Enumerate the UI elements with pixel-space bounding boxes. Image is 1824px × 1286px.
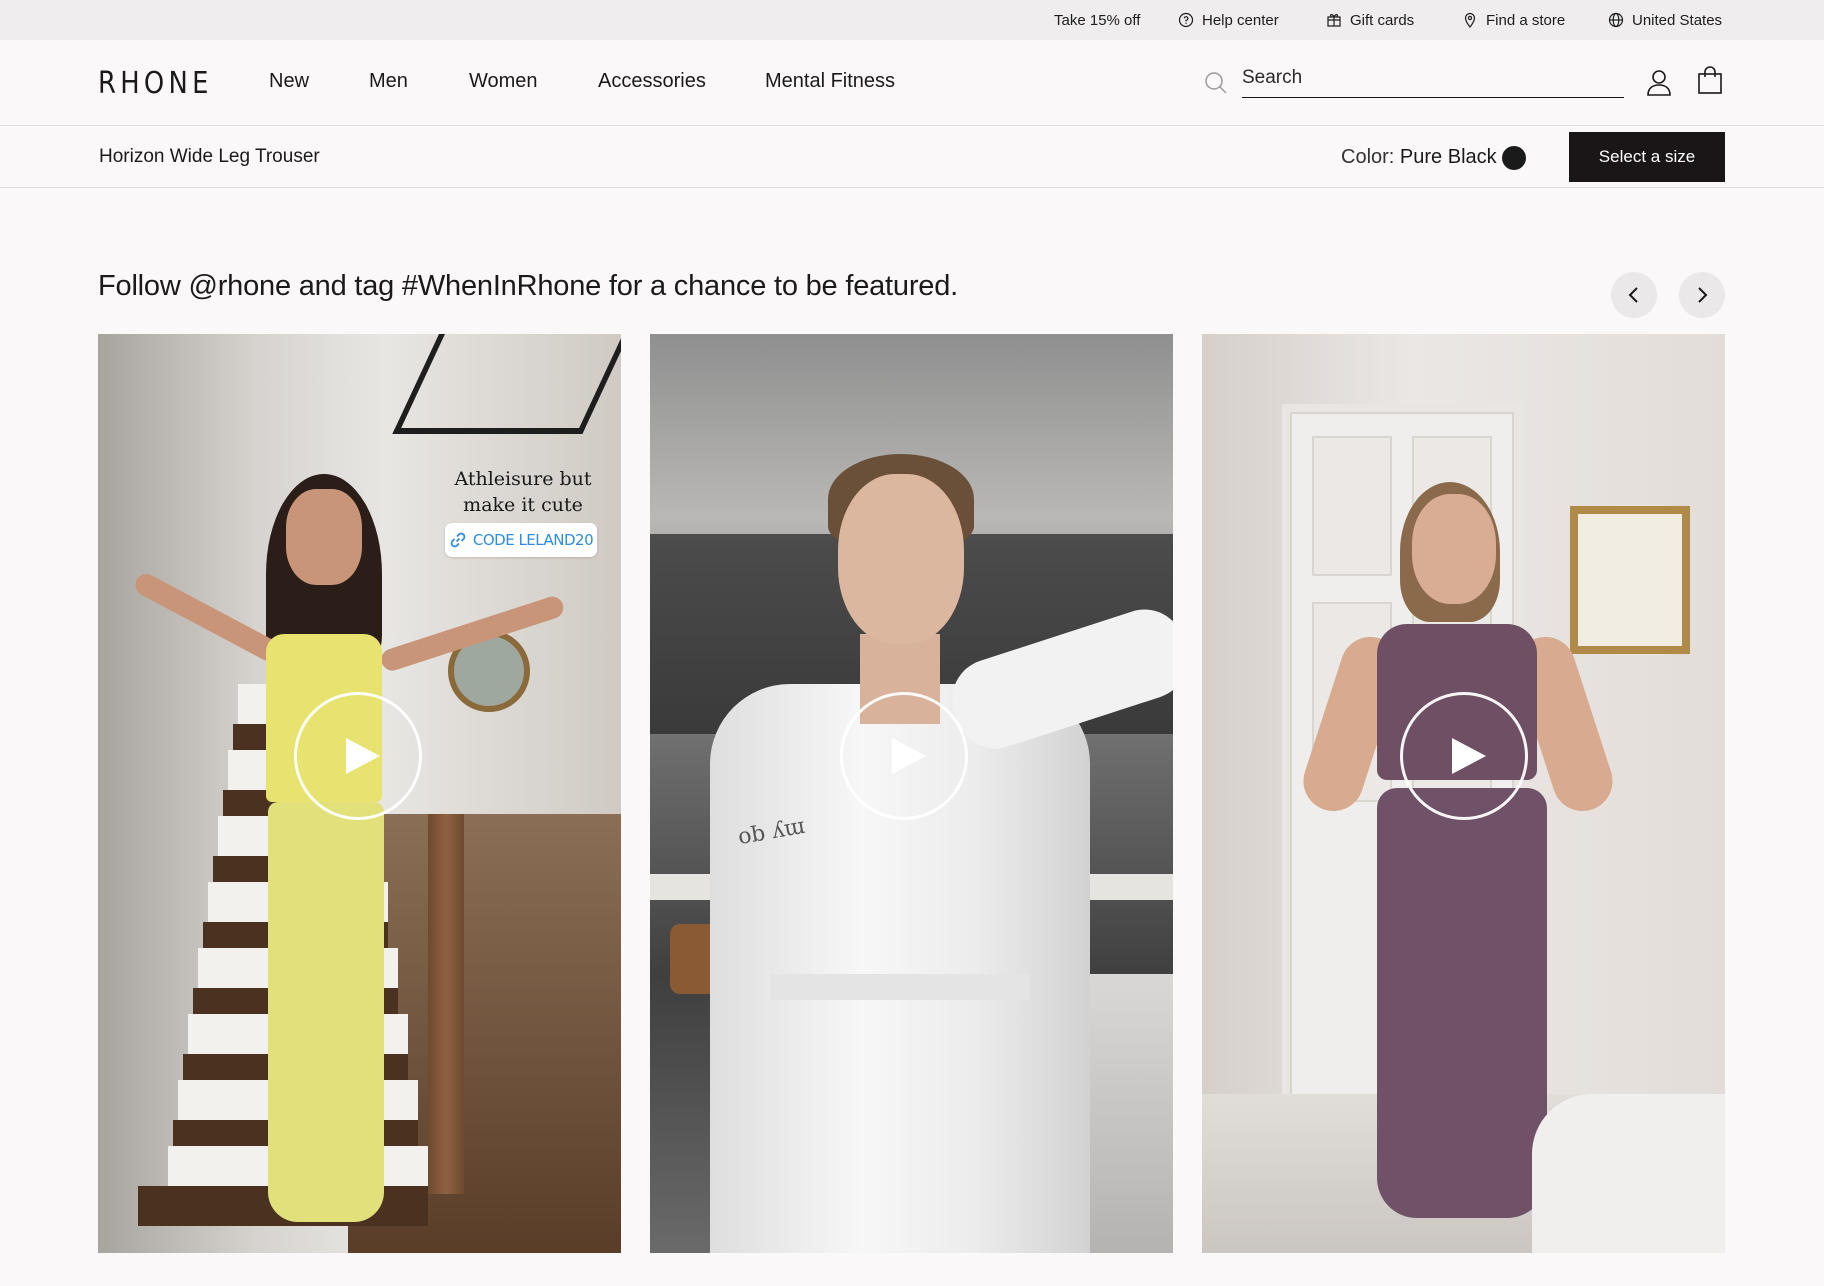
help-circle-icon	[1178, 12, 1194, 28]
nav-accessories[interactable]: Accessories	[598, 70, 706, 93]
thumbnail-frame	[1570, 506, 1690, 654]
play-icon	[346, 738, 380, 774]
thumbnail-leggings	[1377, 788, 1547, 1218]
map-pin-icon	[1464, 12, 1476, 28]
help-center-link[interactable]: Help center	[1178, 0, 1279, 40]
product-name: Horizon Wide Leg Trouser	[99, 146, 320, 167]
discount-code: CODE LELAND20	[472, 531, 594, 549]
ugc-video-card-1[interactable]: Athleisure but make it cute CODE LELAND2…	[98, 334, 621, 1253]
find-store-link[interactable]: Find a store	[1462, 0, 1565, 40]
discount-code-sticker: CODE LELAND20	[445, 523, 597, 557]
chevron-right-icon	[1698, 287, 1708, 303]
thumbnail-towel	[1532, 1094, 1725, 1253]
promo-label: Take 15% off	[1054, 11, 1141, 29]
ugc-video-card-3[interactable]	[1202, 334, 1725, 1253]
promo-link[interactable]: Take 15% off	[1054, 0, 1140, 40]
color-value: Pure Black	[1399, 146, 1497, 168]
thumbnail-pants	[268, 802, 384, 1222]
color-swatch[interactable]	[1502, 146, 1526, 170]
globe-icon	[1608, 12, 1624, 28]
nav-mental-fitness[interactable]: Mental Fitness	[765, 70, 895, 93]
help-center-label: Help center	[1202, 11, 1279, 29]
caption-line-2: make it cute	[463, 494, 583, 516]
region-selector[interactable]: United States	[1608, 0, 1722, 40]
carousel-prev-button[interactable]	[1611, 272, 1657, 318]
play-button[interactable]	[840, 692, 968, 820]
color-info: Color: Pure Black	[1341, 146, 1497, 169]
user-icon[interactable]	[1646, 68, 1672, 96]
select-size-button[interactable]: Select a size	[1569, 132, 1725, 182]
gift-icon	[1327, 14, 1341, 27]
link-icon	[450, 532, 466, 548]
nav-men[interactable]: Men	[369, 70, 408, 93]
play-button[interactable]	[1400, 692, 1528, 820]
shopping-bag-icon[interactable]	[1697, 66, 1723, 94]
play-button[interactable]	[294, 692, 422, 820]
gift-cards-label: Gift cards	[1350, 11, 1415, 29]
region-label: United States	[1632, 11, 1723, 29]
thumbnail-face	[1412, 494, 1496, 604]
nav-new[interactable]: New	[269, 70, 309, 93]
gift-cards-link[interactable]: Gift cards	[1326, 0, 1414, 40]
main-header: RHONE New Men Women Accessories Mental F…	[0, 40, 1824, 126]
product-sticky-bar: Horizon Wide Leg Trouser Color: Pure Bla…	[0, 126, 1824, 188]
find-store-label: Find a store	[1486, 11, 1566, 29]
thumbnail-belt	[770, 974, 1030, 1000]
thumbnail-face	[286, 489, 362, 585]
play-icon	[892, 738, 926, 774]
logo[interactable]: RHONE	[98, 66, 213, 101]
search-input[interactable]	[1242, 58, 1624, 98]
ugc-heading: Follow @rhone and tag #WhenInRhone for a…	[98, 270, 959, 302]
nav-women[interactable]: Women	[469, 70, 538, 93]
chevron-left-icon	[1628, 287, 1638, 303]
color-label: Color:	[1341, 146, 1395, 168]
thumbnail-newel	[428, 814, 464, 1194]
ugc-video-card-2[interactable]: my qo	[650, 334, 1173, 1253]
play-icon	[1452, 738, 1486, 774]
video-caption: Athleisure but make it cute	[448, 466, 598, 518]
search-icon[interactable]	[1203, 70, 1229, 96]
carousel-next-button[interactable]	[1679, 272, 1725, 318]
utility-bar: Take 15% off Help center Gift cards Find…	[0, 0, 1824, 40]
caption-line-1: Athleisure but	[454, 468, 592, 490]
thumbnail-face	[838, 474, 964, 644]
